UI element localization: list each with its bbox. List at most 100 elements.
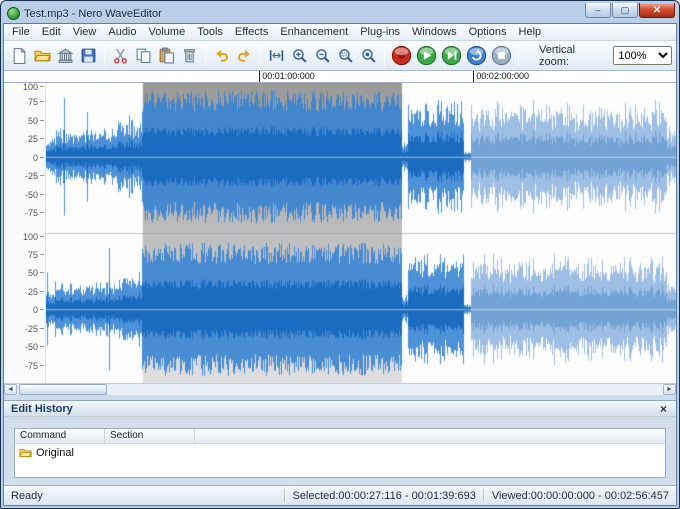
status-bar: Ready Selected:00:00:27:116 - 00:01:39:6… [4, 485, 676, 505]
edit-history-title: Edit History [11, 403, 73, 415]
menu-item-effects[interactable]: Effects [229, 24, 274, 40]
menu-item-file[interactable]: File [6, 24, 36, 40]
menu-item-windows[interactable]: Windows [406, 24, 463, 40]
column-header-command[interactable]: Command [15, 429, 105, 443]
save-button[interactable] [77, 44, 100, 67]
maximize-button[interactable]: ▢ [612, 3, 638, 18]
close-edit-history-button[interactable]: × [658, 403, 669, 415]
play-icon [416, 45, 437, 66]
building-icon [57, 47, 74, 64]
edit-history-columns: CommandSection [15, 429, 665, 444]
axis-label: -75 [25, 209, 38, 217]
time-ruler[interactable]: 00:01:00:000 00:02:00:000 [4, 71, 676, 83]
delete-button[interactable] [178, 44, 201, 67]
edit-history-body: CommandSection Original [4, 417, 676, 485]
status-viewed: Viewed:00:00:00:000 - 00:02:56:457 [492, 490, 669, 502]
stop-button[interactable] [489, 44, 514, 67]
fit-width-button[interactable] [265, 44, 288, 67]
axis-label: 75 [28, 251, 38, 259]
axis-label: -25 [25, 172, 38, 180]
scrollbar-track[interactable] [17, 384, 663, 395]
menu-bar: FileEditViewAudioVolumeToolsEffectsEnhan… [4, 24, 676, 41]
zoom-selection-icon [337, 47, 354, 64]
axis-label: 25 [28, 288, 38, 296]
menu-item-volume[interactable]: Volume [143, 24, 192, 40]
play-button[interactable] [414, 44, 439, 67]
status-separator [284, 489, 286, 502]
status-separator [483, 489, 485, 502]
axis-label: 50 [28, 269, 38, 277]
copy-icon [135, 47, 152, 64]
record-button[interactable] [389, 44, 414, 67]
window-frame: FileEditViewAudioVolumeToolsEffectsEnhan… [3, 23, 677, 506]
menu-item-plugins[interactable]: Plug-ins [354, 24, 406, 40]
menu-item-tools[interactable]: Tools [191, 24, 229, 40]
menu-item-help[interactable]: Help [513, 24, 548, 40]
open-folder-button[interactable] [31, 44, 54, 67]
ruler-label: 00:02:00:000 [473, 71, 529, 82]
zoom-normal-button[interactable] [357, 44, 380, 67]
zoom-in-button[interactable] [288, 44, 311, 67]
column-header-section[interactable]: Section [105, 429, 195, 443]
zoom-selection-button[interactable] [334, 44, 357, 67]
status-selected: Selected:00:00:27:116 - 00:01:39:693 [293, 490, 476, 502]
zoom-out-button[interactable] [311, 44, 334, 67]
toolbar-buttons [8, 44, 514, 67]
folder-icon [19, 446, 32, 459]
vertical-zoom-group: Vertical zoom: 100% [539, 44, 672, 68]
ruler-label: 00:01:00:000 [259, 71, 315, 82]
redo-icon [236, 47, 253, 64]
save-icon [80, 47, 97, 64]
toolbar-separator [260, 46, 261, 66]
axis-label: 100 [23, 233, 38, 241]
edit-history-panel: Edit History × CommandSection Original [4, 400, 676, 485]
amplitude-axis: 1007550250-25-50-751007550250-25-50-75 [4, 83, 45, 383]
menu-item-enhancement[interactable]: Enhancement [274, 24, 354, 40]
new-file-button[interactable] [8, 44, 31, 67]
minimize-button[interactable]: – [585, 3, 611, 18]
new-file-icon [11, 47, 28, 64]
scroll-right-button[interactable]: ► [663, 384, 676, 395]
loop-button[interactable] [464, 44, 489, 67]
scrollbar-thumb[interactable] [19, 384, 107, 395]
zoom-normal-icon [360, 47, 377, 64]
axis-label: -75 [25, 362, 38, 370]
toolbar-separator [205, 46, 206, 66]
axis-label: -50 [25, 191, 38, 199]
waveform-canvas[interactable] [46, 83, 676, 383]
menu-item-options[interactable]: Options [463, 24, 513, 40]
toolbar-separator [384, 46, 385, 66]
menu-item-view[interactable]: View [67, 24, 103, 40]
copy-button[interactable] [132, 44, 155, 67]
menu-item-audio[interactable]: Audio [102, 24, 142, 40]
paste-button[interactable] [155, 44, 178, 67]
edit-history-table: CommandSection Original [14, 428, 666, 478]
scroll-left-button[interactable]: ◄ [4, 384, 17, 395]
axis-label: 0 [33, 154, 38, 162]
stop-icon [491, 45, 512, 66]
toolbar-separator [518, 46, 519, 66]
window-title: Test.mp3 - Nero WaveEditor [24, 8, 581, 20]
undo-icon [213, 47, 230, 64]
vertical-zoom-label: Vertical zoom: [539, 44, 606, 68]
menu-item-edit[interactable]: Edit [36, 24, 67, 40]
play-all-button[interactable] [439, 44, 464, 67]
undo-button[interactable] [210, 44, 233, 67]
vertical-zoom-select[interactable]: 100% [613, 46, 672, 65]
horizontal-scrollbar[interactable]: ◄ ► [4, 383, 676, 395]
close-button[interactable]: ✕ [639, 3, 675, 18]
zoom-out-icon [314, 47, 331, 64]
history-command-label: Original [36, 447, 74, 459]
edit-history-rows: Original [15, 444, 665, 461]
time-ruler-scale: 00:01:00:000 00:02:00:000 [45, 71, 672, 82]
redo-button[interactable] [233, 44, 256, 67]
play-all-icon [441, 45, 462, 66]
zoom-in-icon [291, 47, 308, 64]
record-icon [391, 45, 412, 66]
history-row[interactable]: Original [15, 444, 665, 461]
cut-button[interactable] [109, 44, 132, 67]
delete-icon [181, 47, 198, 64]
building-button[interactable] [54, 44, 77, 67]
open-folder-icon [34, 47, 51, 64]
toolbar-separator [104, 46, 105, 66]
